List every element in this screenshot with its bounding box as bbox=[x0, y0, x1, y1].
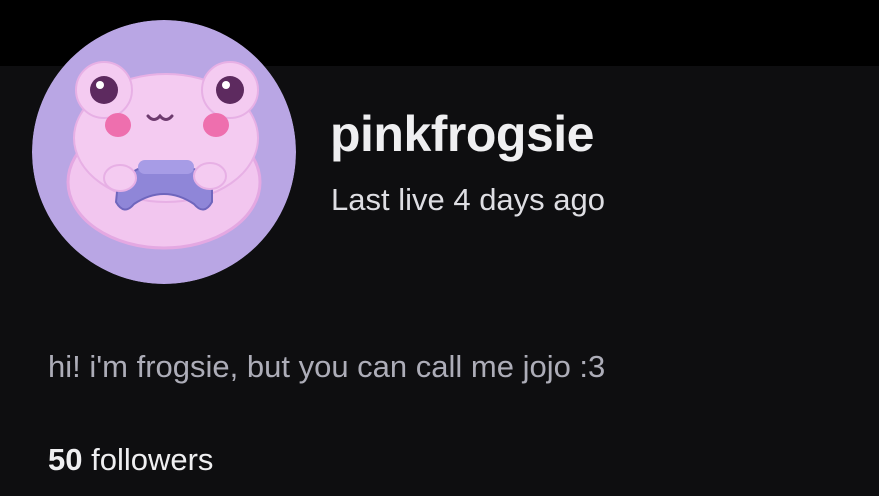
followers-count: 50 followers bbox=[48, 440, 213, 480]
followers-label: followers bbox=[91, 442, 214, 477]
last-live-status: Last live 4 days ago bbox=[331, 182, 606, 217]
frog-avatar-icon bbox=[32, 20, 296, 284]
channel-username[interactable]: pinkfrogsie bbox=[330, 104, 594, 164]
followers-number: 50 bbox=[48, 442, 83, 477]
avatar[interactable] bbox=[32, 20, 296, 284]
channel-profile-panel: pinkfrogsie Last live 4 days ago hi! i'm… bbox=[0, 0, 879, 496]
channel-bio: hi! i'm frogsie, but you can call me joj… bbox=[48, 349, 606, 384]
